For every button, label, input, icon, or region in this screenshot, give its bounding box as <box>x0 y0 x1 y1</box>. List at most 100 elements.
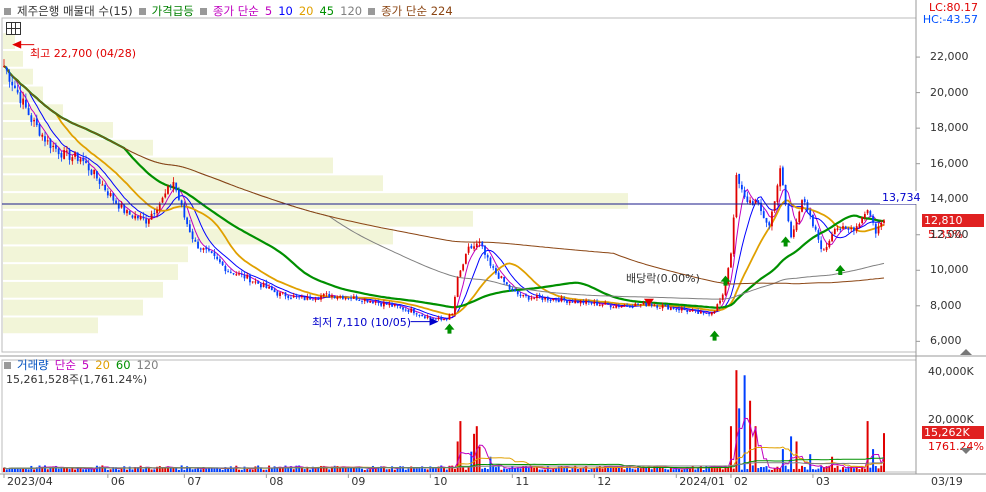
volume-ma-60[interactable]: 60 <box>116 358 131 372</box>
legend-price-surge[interactable]: 가격급등 <box>152 3 194 19</box>
volume-bar <box>691 465 694 472</box>
candle-body <box>325 293 328 295</box>
volume-bar <box>388 469 391 472</box>
candle-body <box>552 298 555 301</box>
candle-body <box>749 200 751 203</box>
volume-bar <box>306 468 309 472</box>
candle-body <box>16 89 19 93</box>
candle-body <box>219 259 221 263</box>
stock-chart[interactable]: 제주은행 매물대 수(15) 가격급등 종가 단순 5 10 20 45 120… <box>0 0 986 492</box>
candle-body <box>872 215 874 223</box>
candle-body <box>503 276 506 282</box>
candle-body <box>587 300 590 303</box>
volume-bar <box>546 466 549 472</box>
candle-body <box>828 240 831 248</box>
chart-canvas[interactable] <box>0 0 986 492</box>
candle-body <box>525 294 527 296</box>
grid-icon[interactable] <box>6 22 21 35</box>
candle-body <box>191 231 194 240</box>
volume-ma-20[interactable]: 20 <box>95 358 110 372</box>
candle-body <box>642 302 645 305</box>
volume-bar <box>874 466 877 472</box>
volume-bar <box>412 468 415 472</box>
volume-bar <box>590 468 593 472</box>
volume-bar <box>765 466 768 472</box>
candle-body <box>358 299 361 301</box>
candle-body <box>270 286 273 291</box>
volume-bar <box>544 469 547 472</box>
scroll-down-icon[interactable] <box>960 448 972 454</box>
candle-body <box>765 217 768 223</box>
candle-body <box>842 226 844 229</box>
volume-bar <box>109 469 112 472</box>
legend-ma-45[interactable]: 45 <box>319 4 334 18</box>
candle-body <box>637 303 639 305</box>
candle-body <box>153 213 156 215</box>
candle-body <box>374 301 377 303</box>
volume-bar <box>366 469 369 472</box>
candle-body <box>355 295 358 301</box>
legend-ma-20[interactable]: 20 <box>299 4 314 18</box>
candle-body <box>120 204 123 208</box>
legend-square-icon <box>199 7 207 15</box>
candle-body <box>24 99 27 108</box>
candle-body <box>74 152 76 157</box>
legend-ma-120[interactable]: 120 <box>340 4 362 18</box>
volume-bar <box>538 469 541 472</box>
volume-bar <box>773 468 776 472</box>
scroll-up-icon[interactable] <box>960 349 972 355</box>
volume-bar <box>325 468 328 472</box>
legend-ma-5[interactable]: 5 <box>265 4 272 18</box>
candle-body <box>833 228 836 235</box>
candle-body <box>669 307 672 310</box>
volume-bar <box>576 468 579 472</box>
candle-body <box>814 226 817 230</box>
candle-body <box>699 311 702 314</box>
volume-bar <box>639 468 642 472</box>
volume-bar <box>579 468 582 472</box>
legend-ma-10[interactable]: 10 <box>278 4 293 18</box>
candle-body <box>538 294 541 298</box>
candle-body <box>139 216 142 220</box>
candle-body <box>11 81 14 86</box>
candle-body <box>295 295 298 297</box>
candle-body <box>322 293 325 296</box>
volume-bar <box>177 469 180 472</box>
volume-bar <box>839 469 842 472</box>
legend-title[interactable]: 제주은행 매물대 수(15) <box>17 3 133 19</box>
candle-body <box>175 182 178 191</box>
volume-bar <box>68 469 71 472</box>
candle-body <box>656 305 659 308</box>
volume-ma-120[interactable]: 120 <box>137 358 159 372</box>
volume-bar <box>727 467 730 472</box>
candle-body <box>311 299 314 301</box>
volume-bar <box>434 468 437 472</box>
candle-body <box>314 299 317 301</box>
volume-bar <box>19 468 22 472</box>
candle-body <box>101 184 104 186</box>
candle-body <box>437 317 440 320</box>
candle-body <box>801 200 803 212</box>
volume-bar <box>276 468 279 472</box>
candle-body <box>574 300 577 304</box>
candle-body <box>63 150 66 159</box>
volume-bar <box>883 433 885 472</box>
volume-bar <box>259 468 262 472</box>
volume-bar <box>858 469 861 472</box>
hc-readout: HC:-43.57 <box>922 13 978 26</box>
volume-bar <box>699 465 702 472</box>
candle-body <box>809 210 812 216</box>
volume-ma-5[interactable]: 5 <box>82 358 89 372</box>
candle-body <box>410 308 413 313</box>
candle-body <box>536 295 538 299</box>
candle-body <box>257 281 260 284</box>
legend-ma-224[interactable]: 종가 단순 224 <box>381 3 453 19</box>
candle-body <box>566 300 568 303</box>
legend-ma-label[interactable]: 종가 단순 <box>213 3 259 19</box>
volume-profile-bar <box>3 210 473 227</box>
candle-body <box>93 169 96 175</box>
candle-body <box>306 296 309 300</box>
candle-body <box>60 152 63 158</box>
candle-body <box>161 197 164 203</box>
candle-body <box>560 297 563 302</box>
